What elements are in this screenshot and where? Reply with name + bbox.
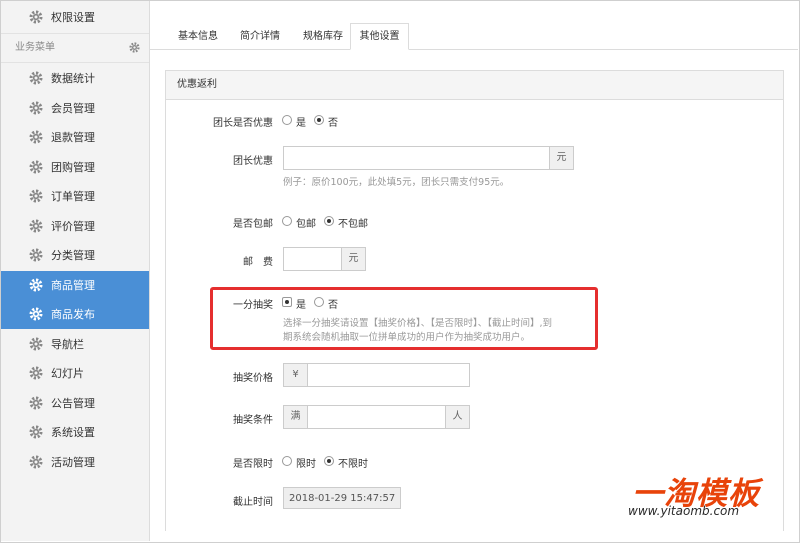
sidebar-item-label: 会员管理 <box>51 101 95 115</box>
sidebar-item-permissions[interactable]: 权限设置 <box>1 3 149 32</box>
lottery-help-line-2: 期系统会随机抽取一位拼单成功的用户作为抽奖成功用户。 <box>283 332 531 343</box>
radio-label: 包邮 <box>296 219 316 230</box>
leader-discount-no-radio[interactable] <box>314 115 324 125</box>
gear-icon <box>29 101 43 114</box>
watermark: 一淘模板 www.yitaomb.com <box>628 468 798 528</box>
sidebar-item-label: 评价管理 <box>51 219 95 233</box>
gear-icon <box>29 366 43 380</box>
lottery-yes-radio[interactable] <box>282 297 292 307</box>
sidebar-item[interactable]: 退款管理 <box>1 123 149 152</box>
gear-icon <box>29 189 43 203</box>
gear-icon[interactable] <box>129 42 140 53</box>
lottery-condition-label: 抽奖条件 <box>233 415 273 426</box>
deadline-input[interactable]: 2018-01-29 15:47:57 <box>283 487 401 509</box>
leader-discount-yes-radio[interactable] <box>282 115 292 125</box>
gear-icon <box>29 425 43 439</box>
gear-icon <box>29 71 43 85</box>
lottery-help-line-1: 选择一分抽奖请设置【抽奖价格】、【是否限时】、【截止时间】,到 <box>283 318 553 329</box>
sidebar-section-header: 业务菜单 <box>1 33 149 63</box>
gear-icon <box>29 160 43 173</box>
sidebar-item-label: 系统设置 <box>51 426 95 439</box>
sidebar-item-label: 退款管理 <box>51 131 95 144</box>
sidebar-item-label: 团购管理 <box>51 160 95 174</box>
tab-basic-info[interactable]: 基本信息 <box>168 24 228 49</box>
sidebar-item[interactable]: 商品发布 <box>1 300 149 329</box>
lottery-price-label: 抽奖价格 <box>233 373 273 384</box>
sidebar-item[interactable]: 活动管理 <box>1 448 149 477</box>
lottery-no-radio[interactable] <box>314 297 324 307</box>
gear-icon <box>29 337 43 350</box>
sidebar-item-label: 商品管理 <box>51 278 95 292</box>
sidebar-item[interactable]: 评价管理 <box>1 212 149 241</box>
tab-spec-stock[interactable]: 规格库存 <box>293 24 353 49</box>
sidebar: 权限设置 业务菜单 数据统计会员管理退款管理团购管理订单管理评价管理分类管理商品… <box>1 1 150 541</box>
postage-label: 邮 费 <box>243 257 273 268</box>
sidebar-item-label: 商品发布 <box>51 308 95 321</box>
time-limit-label: 是否限时 <box>233 459 273 470</box>
sidebar-item[interactable]: 系统设置 <box>1 418 149 447</box>
sidebar-item-label: 数据统计 <box>51 72 95 85</box>
radio-label: 否 <box>328 118 338 129</box>
leader-discount-label: 团长是否优惠 <box>213 118 273 129</box>
time-limit-radio[interactable] <box>282 456 292 466</box>
gear-icon <box>29 396 43 409</box>
tab-bar: 基本信息 简介详情 规格库存 其他设置 <box>150 1 798 50</box>
gear-icon <box>29 219 43 232</box>
tab-other-settings[interactable]: 其他设置 <box>350 23 409 50</box>
no-free-shipping-radio[interactable] <box>324 216 334 226</box>
sidebar-item-label: 分类管理 <box>51 249 95 262</box>
sidebar-item[interactable]: 订单管理 <box>1 182 149 211</box>
gear-icon <box>29 248 43 262</box>
sidebar-item[interactable]: 分类管理 <box>1 241 149 270</box>
free-shipping-label: 是否包邮 <box>233 219 273 230</box>
free-shipping-radio[interactable] <box>282 216 292 226</box>
lottery-label: 一分抽奖 <box>233 300 273 311</box>
gear-icon <box>29 130 43 144</box>
panel-title: 优惠返利 <box>177 79 217 90</box>
unit-addon: 元 <box>549 146 574 170</box>
leader-amount-help: 例子：原价100元，此处填5元，团长只需支付95元。 <box>283 177 510 188</box>
unit-addon: 人 <box>445 405 470 429</box>
currency-addon: ¥ <box>283 363 308 387</box>
sidebar-item[interactable]: 导航栏 <box>1 330 149 359</box>
gear-icon <box>29 455 43 468</box>
no-time-limit-radio[interactable] <box>324 456 334 466</box>
leader-amount-input[interactable] <box>283 146 550 170</box>
sidebar-item-label: 订单管理 <box>51 190 95 203</box>
lottery-price-input[interactable] <box>307 363 470 387</box>
radio-label: 不限时 <box>338 459 368 470</box>
radio-label: 是 <box>296 118 306 129</box>
sidebar-item-label: 公告管理 <box>51 396 95 410</box>
deadline-label: 截止时间 <box>233 497 273 508</box>
watermark-url: www.yitaomb.com <box>628 504 740 518</box>
leader-amount-label: 团长优惠 <box>233 156 273 167</box>
sidebar-item[interactable]: 团购管理 <box>1 153 149 182</box>
prefix-addon: 满 <box>283 405 308 429</box>
unit-addon: 元 <box>341 247 366 271</box>
sidebar-item-label: 导航栏 <box>51 337 84 351</box>
sidebar-item-label: 幻灯片 <box>51 367 84 380</box>
sidebar-item[interactable]: 商品管理 <box>1 270 149 300</box>
tab-description[interactable]: 简介详情 <box>230 24 290 49</box>
lottery-condition-input[interactable] <box>307 405 446 429</box>
gear-icon <box>29 10 43 24</box>
radio-label: 限时 <box>296 459 316 470</box>
panel-header: 优惠返利 <box>166 71 783 100</box>
sidebar-item[interactable]: 会员管理 <box>1 94 149 123</box>
sidebar-section-label: 业务菜单 <box>15 42 55 53</box>
sidebar-item-label: 权限设置 <box>51 11 95 24</box>
sidebar-item-label: 活动管理 <box>51 455 95 469</box>
gear-icon <box>29 307 43 321</box>
sidebar-item[interactable]: 公告管理 <box>1 389 149 418</box>
sidebar-item[interactable]: 幻灯片 <box>1 359 149 388</box>
postage-input[interactable] <box>283 247 342 271</box>
radio-label: 是 <box>296 300 306 311</box>
gear-icon <box>29 278 43 291</box>
sidebar-item[interactable]: 数据统计 <box>1 64 149 93</box>
radio-label: 否 <box>328 300 338 311</box>
radio-label: 不包邮 <box>338 219 368 230</box>
